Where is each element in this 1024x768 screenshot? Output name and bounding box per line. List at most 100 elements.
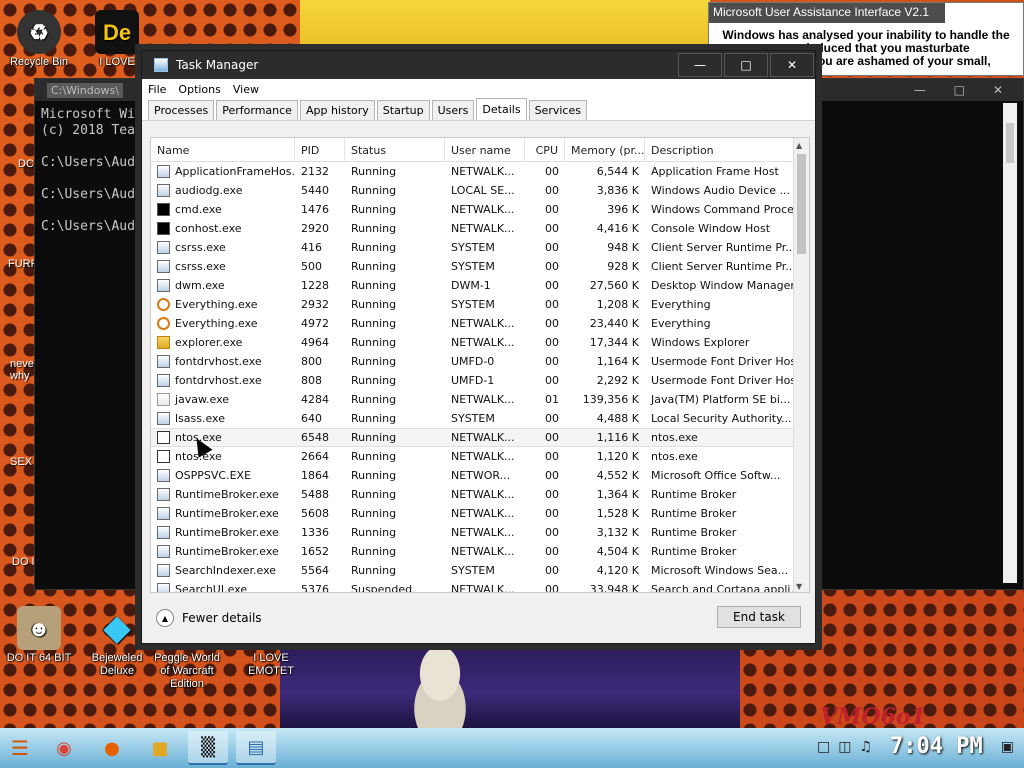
- process-cpu: 00: [545, 507, 559, 520]
- table-row[interactable]: csrss.exe 416 Running SYSTEM 00 948 K Client S…: [151, 238, 809, 257]
- table-row[interactable]: ntos.exe 2664 Running NETWALK... 00 1,120 K nt…: [151, 447, 809, 466]
- column-header-status[interactable]: Status: [345, 138, 445, 162]
- column-header-cpu[interactable]: CPU: [525, 138, 565, 162]
- table-row[interactable]: RuntimeBroker.exe 5488 Running NETWALK... 00…: [151, 485, 809, 504]
- menu-options[interactable]: Options: [178, 83, 220, 96]
- notifications-icon[interactable]: ▣: [1001, 739, 1014, 755]
- taskbar-firefox-icon[interactable]: ●: [92, 731, 132, 765]
- table-row[interactable]: Everything.exe 4972 Running NETWALK... 00 23,…: [151, 314, 809, 333]
- process-app-icon: [157, 545, 170, 558]
- process-memory: 139,356 K: [582, 393, 639, 406]
- tab-startup[interactable]: Startup: [376, 100, 430, 120]
- process-user: NETWALK...: [451, 488, 515, 501]
- table-row[interactable]: conhost.exe 2920 Running NETWALK... 00 4,416 …: [151, 219, 809, 238]
- tab-app-history[interactable]: App history: [299, 100, 375, 120]
- table-row[interactable]: csrss.exe 500 Running SYSTEM 00 928 K Client S…: [151, 257, 809, 276]
- table-row[interactable]: ApplicationFrameHos... 2132 Running NETWALK…: [151, 162, 809, 181]
- process-status: Running: [351, 241, 397, 254]
- close-button[interactable]: ✕: [770, 53, 814, 77]
- table-row[interactable]: SearchUI.exe 5376 Suspended NETWALK... 00 33,…: [151, 580, 809, 593]
- tab-services[interactable]: Services: [528, 100, 587, 120]
- close-icon[interactable]: ✕: [993, 83, 1003, 97]
- table-row[interactable]: fontdrvhost.exe 808 Running UMFD-1 00 2,292 K…: [151, 371, 809, 390]
- process-pid: 416: [301, 241, 322, 254]
- table-row[interactable]: ntos.exe 6548 Running NETWALK... 00 1,116 K nt…: [151, 428, 809, 447]
- table-row[interactable]: RuntimeBroker.exe 1336 Running NETWALK... 00…: [151, 523, 809, 542]
- minimize-icon[interactable]: —: [914, 83, 926, 97]
- scroll-down-icon[interactable]: ▼: [796, 582, 802, 591]
- process-name: SearchIndexer.exe: [151, 564, 295, 577]
- process-name: dwm.exe: [151, 279, 295, 292]
- table-row[interactable]: fontdrvhost.exe 800 Running UMFD-0 00 1,164 K…: [151, 352, 809, 371]
- table-row[interactable]: RuntimeBroker.exe 1652 Running NETWALK... 00…: [151, 542, 809, 561]
- process-memory: 23,440 K: [589, 317, 639, 330]
- process-description: ntos.exe: [651, 450, 698, 463]
- task-manager-window[interactable]: Task Manager — □ ✕ File Options View Pro…: [141, 50, 816, 644]
- show-hidden-icons-icon[interactable]: □: [817, 739, 830, 755]
- process-pid: 5440: [301, 184, 329, 197]
- process-memory: 4,552 K: [596, 469, 639, 482]
- desktop-edge-label: DO I: [12, 556, 35, 568]
- process-pid: 2132: [301, 165, 329, 178]
- console-scrollbar[interactable]: [1003, 103, 1017, 583]
- details-table[interactable]: Name PID Status User name CPU Memory (pr…: [150, 137, 810, 593]
- table-row[interactable]: audiodg.exe 5440 Running LOCAL SE... 00 3,836…: [151, 181, 809, 200]
- desktop-icon-do-it-64-bit[interactable]: ☻ DO IT 64 BIT: [2, 602, 76, 665]
- volume-icon[interactable]: ♫: [859, 739, 872, 755]
- process-description: Local Security Authority...: [651, 412, 792, 425]
- taskbar-file-explorer-icon[interactable]: ■: [140, 731, 180, 765]
- process-cpu: 00: [545, 298, 559, 311]
- maximize-icon[interactable]: □: [954, 83, 965, 97]
- table-scrollbar[interactable]: ▲ ▼: [793, 138, 809, 592]
- process-name-text: RuntimeBroker.exe: [175, 545, 279, 558]
- table-row[interactable]: explorer.exe 4964 Running NETWALK... 00 17,34…: [151, 333, 809, 352]
- scrollbar-thumb[interactable]: [797, 154, 806, 254]
- taskbar: ☰ ◉ ● ■ ▒ ▤ □ ◫ ♫ 7:04 PM ▣: [0, 728, 1024, 768]
- taskbar-chrome-icon[interactable]: ◉: [44, 731, 84, 765]
- tab-users[interactable]: Users: [431, 100, 475, 120]
- clock[interactable]: 7:04 PM: [890, 734, 983, 759]
- wallpaper-bottom-art: [280, 640, 740, 728]
- taskbar-cmd-icon[interactable]: ▒: [188, 731, 228, 765]
- process-java-icon: [157, 393, 170, 406]
- column-header-memory[interactable]: Memory (pr...: [565, 138, 645, 162]
- process-memory: 4,504 K: [596, 545, 639, 558]
- minimize-button[interactable]: —: [678, 53, 722, 77]
- menu-file[interactable]: File: [148, 83, 166, 96]
- scrollbar-thumb[interactable]: [1006, 123, 1014, 163]
- tab-processes[interactable]: Processes: [148, 100, 215, 120]
- process-pid: 5376: [301, 583, 329, 593]
- table-row[interactable]: lsass.exe 640 Running SYSTEM 00 4,488 K Local …: [151, 409, 809, 428]
- chevron-up-icon[interactable]: ▲: [156, 609, 174, 627]
- process-description: Runtime Broker: [651, 545, 737, 558]
- desktop-icon-recycle-bin[interactable]: ♻ Recycle Bin: [2, 6, 76, 69]
- table-row[interactable]: javaw.exe 4284 Running NETWALK... 01 139,356 …: [151, 390, 809, 409]
- column-header-description[interactable]: Description: [645, 138, 795, 162]
- fewer-details-link[interactable]: Fewer details: [182, 611, 262, 625]
- column-header-user-name[interactable]: User name: [445, 138, 525, 162]
- network-icon[interactable]: ◫: [838, 739, 851, 755]
- column-header-pid[interactable]: PID: [295, 138, 345, 162]
- task-manager-titlebar[interactable]: Task Manager — □ ✕: [142, 51, 815, 79]
- process-description: Application Frame Host: [651, 165, 779, 178]
- process-app-icon: [157, 412, 170, 425]
- table-row[interactable]: OSPPSVC.EXE 1864 Running NETWOR... 00 4,552 K…: [151, 466, 809, 485]
- process-pid: 4284: [301, 393, 329, 406]
- column-header-name[interactable]: Name: [151, 138, 295, 162]
- table-row[interactable]: SearchIndexer.exe 5564 Running SYSTEM 00 4,12…: [151, 561, 809, 580]
- taskbar-task-manager-icon[interactable]: ▤: [236, 731, 276, 765]
- table-row[interactable]: Everything.exe 2932 Running SYSTEM 00 1,208 K…: [151, 295, 809, 314]
- start-button[interactable]: ☰: [0, 730, 40, 766]
- menu-view[interactable]: View: [233, 83, 259, 96]
- table-row[interactable]: cmd.exe 1476 Running NETWALK... 00 396 K Windo…: [151, 200, 809, 219]
- scroll-up-icon[interactable]: ▲: [796, 141, 802, 150]
- maximize-button[interactable]: □: [724, 53, 768, 77]
- tab-performance[interactable]: Performance: [216, 100, 298, 120]
- tab-details[interactable]: Details: [476, 98, 527, 120]
- table-row[interactable]: RuntimeBroker.exe 5608 Running NETWALK... 00…: [151, 504, 809, 523]
- end-task-button[interactable]: End task: [717, 606, 801, 628]
- process-folder-icon: [157, 336, 170, 349]
- process-user: NETWALK...: [451, 203, 515, 216]
- table-row[interactable]: dwm.exe 1228 Running DWM-1 00 27,560 K Desktop…: [151, 276, 809, 295]
- process-user: UMFD-1: [451, 374, 495, 387]
